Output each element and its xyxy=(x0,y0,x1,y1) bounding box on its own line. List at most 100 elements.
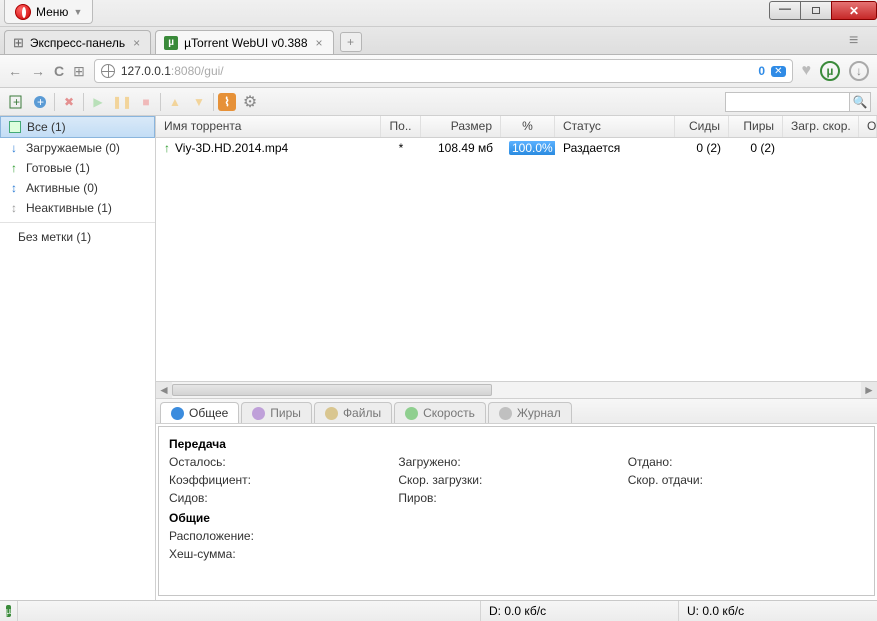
col-seeds[interactable]: Сиды xyxy=(675,116,729,137)
grid-body[interactable]: ↑ Viy-3D.HD.2014.mp4 * 108.49 мб 100.0% … xyxy=(156,138,877,381)
start-icon: ▶ xyxy=(88,92,108,112)
tab-log[interactable]: Журнал xyxy=(488,402,572,423)
utorrent-icon: µ xyxy=(164,36,178,50)
col-extra[interactable]: О xyxy=(859,116,877,137)
sidebar-item-inactive[interactable]: Неактивные (1) xyxy=(0,198,155,218)
sidebar: Все (1) Загружаемые (0) Готовые (1) Акти… xyxy=(0,116,156,600)
statusbar-utorrent-icon[interactable]: µ xyxy=(0,601,18,621)
tab-close-icon[interactable]: × xyxy=(314,36,325,50)
sidebar-item-label: Загружаемые (0) xyxy=(26,141,120,155)
cell-seeds: 0 (2) xyxy=(675,141,729,155)
table-row[interactable]: ↑ Viy-3D.HD.2014.mp4 * 108.49 мб 100.0% … xyxy=(156,138,877,158)
add-file-icon[interactable]: + xyxy=(6,92,26,112)
seeding-icon: ↑ xyxy=(164,141,170,155)
scroll-right-icon[interactable]: ► xyxy=(861,382,877,398)
scroll-left-icon[interactable]: ◄ xyxy=(156,382,172,398)
horizontal-scrollbar[interactable]: ◄ ► xyxy=(156,381,877,398)
log-icon xyxy=(499,407,512,420)
tab-speeddial[interactable]: ⊞ Экспресс-панель × xyxy=(4,30,151,54)
cell-size: 108.49 мб xyxy=(421,141,501,155)
tab-general[interactable]: Общее xyxy=(160,402,239,423)
kv-hash: Хеш-сумма: xyxy=(169,545,398,563)
scroll-thumb[interactable] xyxy=(172,384,492,396)
menu-label: Меню xyxy=(36,5,68,19)
pause-icon: ❚❚ xyxy=(112,92,132,112)
opera-menu-button[interactable]: Меню ▼ xyxy=(4,0,93,24)
cell-status: Раздается xyxy=(555,141,675,155)
grid-header: Имя торрента По.. Размер % Статус Сиды П… xyxy=(156,116,877,138)
kv-downloaded: Загружено: xyxy=(398,453,627,471)
inactive-icon xyxy=(8,202,20,214)
active-icon xyxy=(8,182,20,194)
cell-name: ↑ Viy-3D.HD.2014.mp4 xyxy=(156,141,381,155)
col-name[interactable]: Имя торрента xyxy=(156,116,381,137)
back-button[interactable]: ← xyxy=(8,63,22,79)
peers-icon xyxy=(252,407,265,420)
rss-icon[interactable]: ⌇ xyxy=(218,93,236,111)
kv-seeds: Сидов: xyxy=(169,489,398,507)
cell-pct: 100.0% xyxy=(501,141,555,155)
new-tab-button[interactable]: + xyxy=(340,32,362,52)
bookmark-heart-icon[interactable]: ♥ xyxy=(802,62,812,80)
speeddial-button[interactable]: ⊞ xyxy=(73,63,85,80)
window-controls: — ✕ xyxy=(770,0,877,26)
close-button[interactable]: ✕ xyxy=(831,1,877,20)
stop-icon: ■ xyxy=(136,92,156,112)
separator xyxy=(83,93,84,111)
tab-label: Общее xyxy=(189,406,228,420)
downloads-icon[interactable]: ↓ xyxy=(849,61,869,81)
move-up-icon: ▲ xyxy=(165,92,185,112)
remove-icon: ✖ xyxy=(59,92,79,112)
utorrent-extension-icon[interactable]: µ xyxy=(820,61,840,81)
col-dspeed[interactable]: Загр. скор. xyxy=(783,116,859,137)
sidebar-item-all[interactable]: Все (1) xyxy=(0,116,155,138)
sidebar-item-active[interactable]: Активные (0) xyxy=(0,178,155,198)
svg-text:+: + xyxy=(13,95,20,109)
col-status[interactable]: Статус xyxy=(555,116,675,137)
col-size[interactable]: Размер xyxy=(421,116,501,137)
kv-peers: Пиров: xyxy=(398,489,627,507)
add-url-icon[interactable]: + xyxy=(30,92,50,112)
sidebar-item-nolabel[interactable]: Без метки (1) xyxy=(0,227,155,247)
tab-peers[interactable]: Пиры xyxy=(241,402,312,423)
minimize-button[interactable]: — xyxy=(769,1,801,20)
files-icon xyxy=(325,407,338,420)
app-toolbar: + + ✖ ▶ ❚❚ ■ ▲ ▼ ⌇ ⚙ 🔍 xyxy=(0,88,877,116)
sidebar-item-downloading[interactable]: Загружаемые (0) xyxy=(0,138,155,158)
tab-label: Пиры xyxy=(270,406,301,420)
statusbar-download[interactable]: D: 0.0 кб/с xyxy=(481,601,679,621)
section-transfer: Передача xyxy=(169,437,864,451)
svg-text:+: + xyxy=(37,95,44,109)
sidebar-item-completed[interactable]: Готовые (1) xyxy=(0,158,155,178)
forward-button[interactable]: → xyxy=(31,63,45,79)
col-pct[interactable]: % xyxy=(501,116,555,137)
tab-speed[interactable]: Скорость xyxy=(394,402,486,423)
speed-icon xyxy=(405,407,418,420)
address-bar: ← → C ⊞ 127.0.0.1:8080/gui/ 0 ✕ ♥ µ ↓ xyxy=(0,55,877,88)
sidebar-item-label: Все (1) xyxy=(27,120,66,134)
search-input[interactable] xyxy=(725,92,849,112)
search-button[interactable]: 🔍 xyxy=(849,92,871,112)
detail-panel: Передача Осталось: Загружено: Отдано: Ко… xyxy=(158,426,875,596)
cell-done: * xyxy=(381,141,421,155)
col-peers[interactable]: Пиры xyxy=(729,116,783,137)
tab-close-icon[interactable]: × xyxy=(131,36,142,50)
col-done[interactable]: По.. xyxy=(381,116,421,137)
kv-dlspeed: Скор. загрузки: xyxy=(398,471,627,489)
shield-icon[interactable]: ✕ xyxy=(771,66,785,77)
tab-utorrent[interactable]: µ µTorrent WebUI v0.388 × xyxy=(155,30,333,54)
content: Имя торрента По.. Размер % Статус Сиды П… xyxy=(156,116,877,600)
sidebar-item-label: Активные (0) xyxy=(26,181,98,195)
url-field[interactable]: 127.0.0.1:8080/gui/ 0 ✕ xyxy=(94,59,793,83)
tab-label: Журнал xyxy=(517,406,561,420)
tabstrip: ⊞ Экспресс-панель × µ µTorrent WebUI v0.… xyxy=(0,27,877,55)
kv-uploaded: Отдано: xyxy=(628,453,857,471)
main-area: Все (1) Загружаемые (0) Готовые (1) Акти… xyxy=(0,116,877,600)
panel-menu-icon[interactable]: ≡ xyxy=(849,32,867,50)
tab-files[interactable]: Файлы xyxy=(314,402,392,423)
maximize-button[interactable] xyxy=(800,1,832,20)
settings-gear-icon[interactable]: ⚙ xyxy=(240,92,260,112)
all-icon xyxy=(9,121,21,133)
reload-button[interactable]: C xyxy=(54,63,64,79)
statusbar-upload[interactable]: U: 0.0 кб/с xyxy=(679,601,877,621)
